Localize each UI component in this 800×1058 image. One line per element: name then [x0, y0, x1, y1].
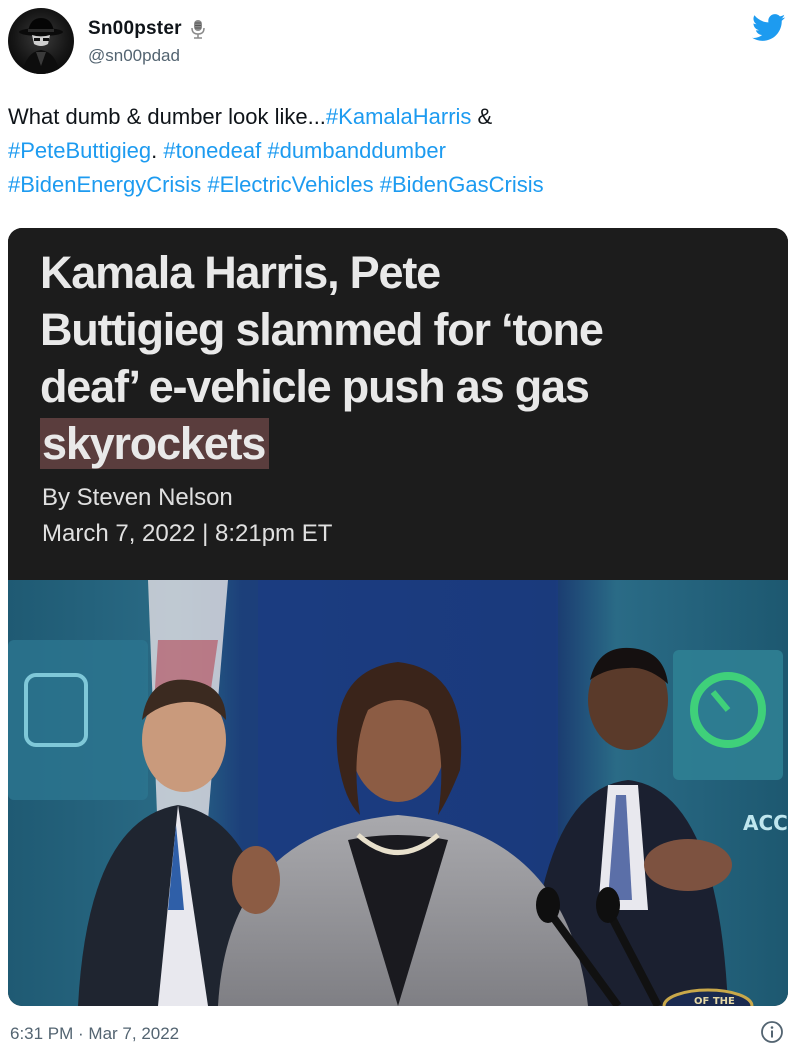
name-row: Sn00pster — [88, 18, 206, 40]
hashtag-link[interactable]: #BidenGasCrisis — [380, 172, 544, 197]
hashtag-link[interactable]: #ElectricVehicles — [207, 172, 373, 197]
tweet-timestamp[interactable]: 6:31 PM · Mar 7, 2022 — [10, 1024, 179, 1044]
display-name[interactable]: Sn00pster — [88, 18, 182, 40]
tweet-text-plain: & — [471, 104, 493, 129]
article-byline: By Steven Nelson — [42, 484, 233, 511]
hashtag-link[interactable]: #dumbanddumber — [267, 138, 446, 163]
headline-line: Kamala Harris, Pete — [40, 247, 441, 298]
hashtag-link[interactable]: #PeteButtigieg — [8, 138, 151, 163]
microphone-icon — [190, 19, 206, 39]
avatar[interactable] — [8, 8, 74, 74]
handle[interactable]: @sn00pdad — [88, 46, 180, 66]
article-headline: Kamala Harris, Pete Buttigieg slammed fo… — [40, 244, 760, 472]
photo-sign-text: ACC — [743, 811, 788, 835]
tweet-text: What dumb & dumber look like...#KamalaHa… — [8, 100, 778, 202]
detective-hat-avatar-icon — [19, 18, 63, 74]
article-dateline: March 7, 2022 | 8:21pm ET — [42, 520, 333, 547]
article-header: Kamala Harris, Pete Buttigieg slammed fo… — [8, 228, 788, 580]
tweet-text-plain: . — [151, 138, 164, 163]
seal-text: OF THE — [694, 996, 735, 1006]
headline-line: Buttigieg slammed for ‘tone — [40, 304, 604, 355]
tweet-header: Sn00pster @sn00pdad — [0, 0, 800, 90]
hashtag-link[interactable]: #KamalaHarris — [326, 104, 472, 129]
tweet-text-plain: What dumb & dumber look like... — [8, 104, 326, 129]
hashtag-link[interactable]: #tonedeaf — [163, 138, 261, 163]
twitter-bird-icon[interactable] — [752, 14, 786, 42]
tweet-media[interactable]: Kamala Harris, Pete Buttigieg slammed fo… — [8, 228, 788, 1006]
headline-highlight: skyrockets — [40, 418, 270, 469]
headline-line: deaf’ e-vehicle push as gas — [40, 361, 590, 412]
article-photo: ACC OF THE — [8, 580, 788, 1006]
hashtag-link[interactable]: #BidenEnergyCrisis — [8, 172, 201, 197]
info-icon[interactable] — [760, 1020, 784, 1044]
